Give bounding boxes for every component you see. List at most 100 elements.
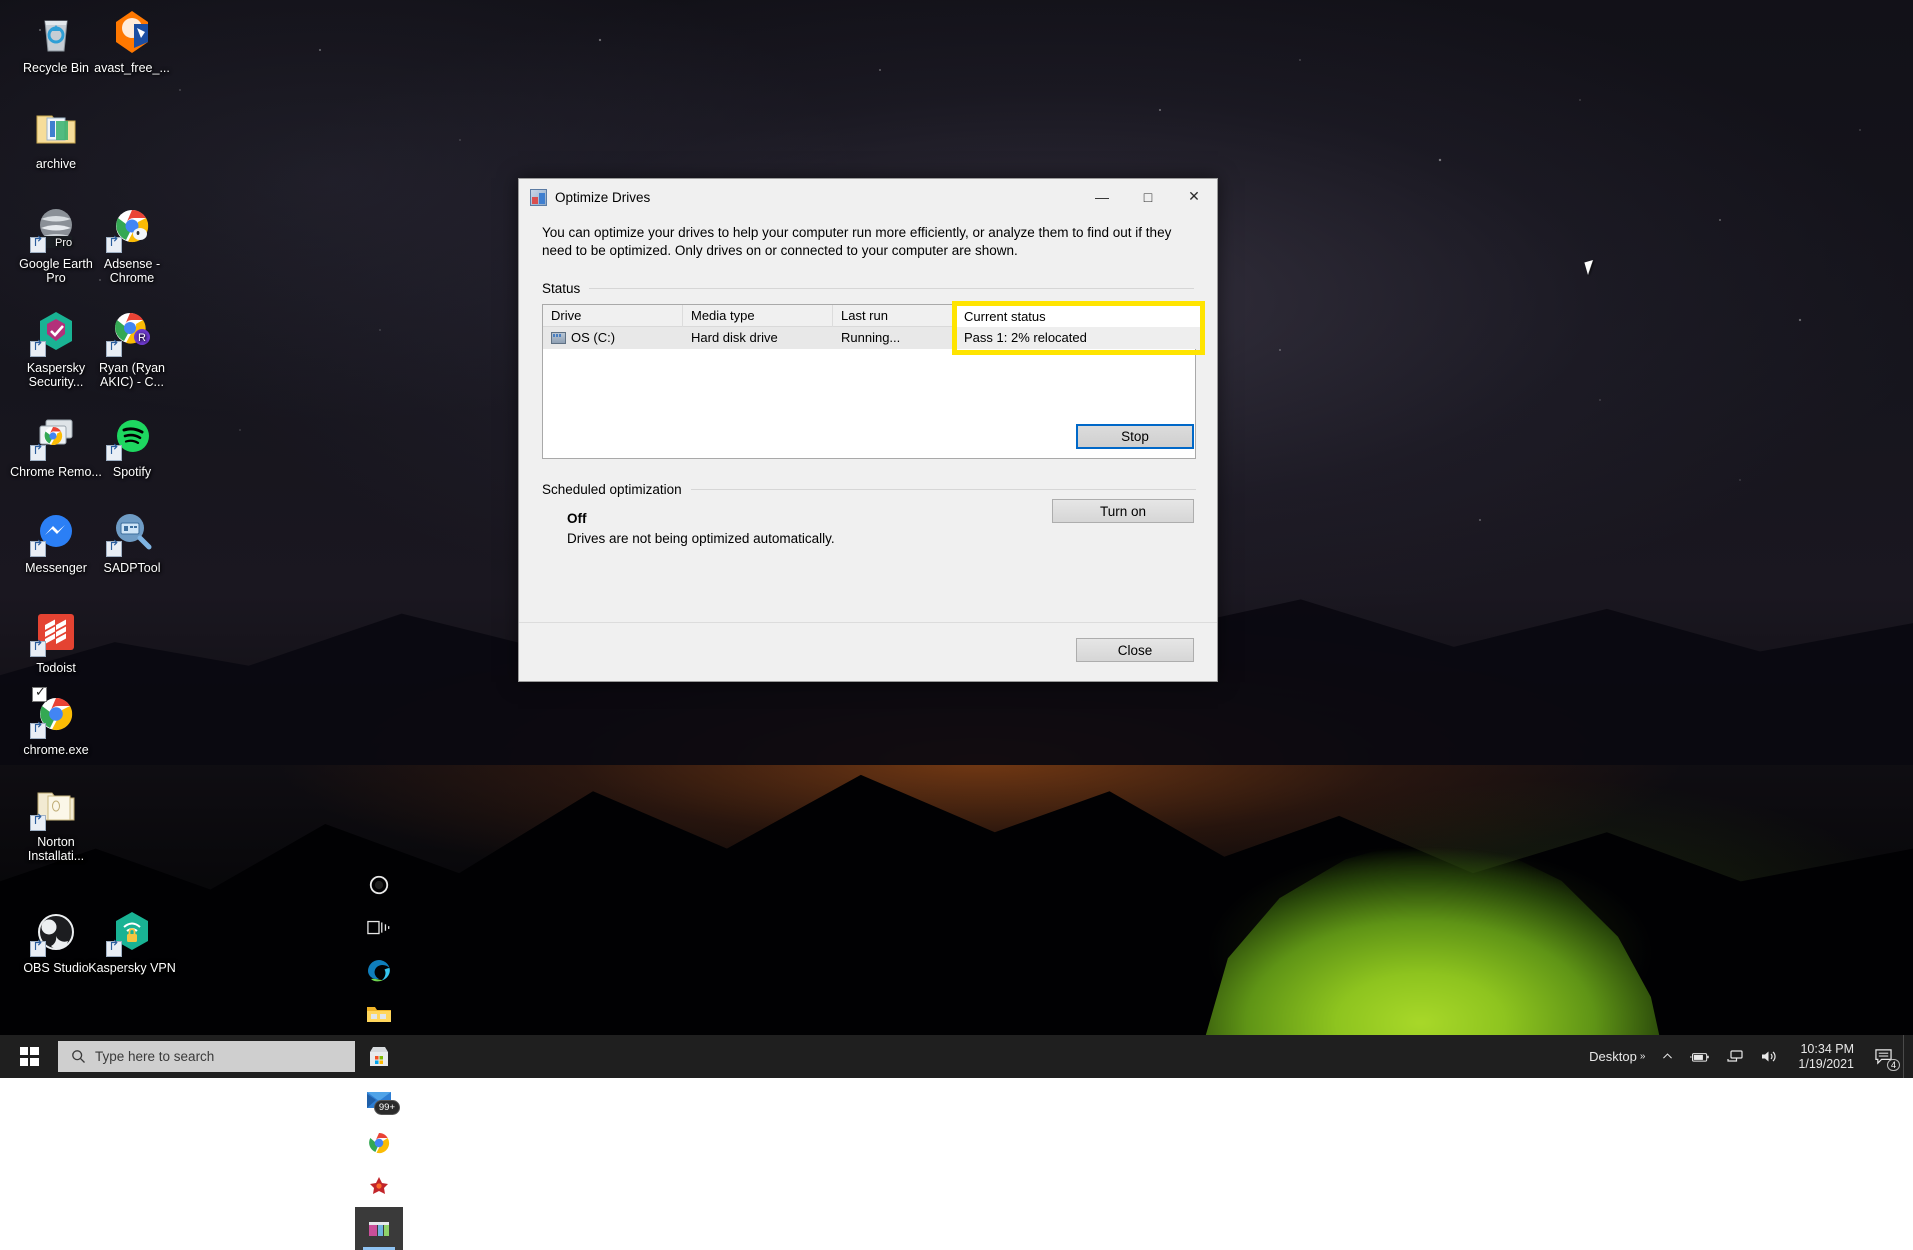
column-header-current-status[interactable]: Current status <box>953 305 1193 327</box>
kaspersky-security-icon <box>32 308 80 356</box>
window-titlebar[interactable]: Optimize Drives — □ ✕ <box>519 179 1217 215</box>
windows-logo-icon <box>20 1047 39 1066</box>
shortcut-arrow-icon <box>30 641 46 657</box>
close-button[interactable]: Close <box>1076 638 1194 662</box>
desktop-icon-sadptool[interactable]: SADPTool <box>84 508 180 575</box>
clock-date: 1/19/2021 <box>1798 1057 1854 1072</box>
start-button[interactable] <box>0 1035 58 1078</box>
desktop-icon-avast-free[interactable]: avast_free_... <box>84 8 180 75</box>
optimize-drives-taskbar-icon[interactable] <box>355 1207 403 1250</box>
desktop-icon-adsense-chrome[interactable]: Adsense - Chrome <box>84 204 180 285</box>
status-group-label: Status <box>542 281 580 296</box>
desktop-icon-archive[interactable]: archive <box>8 104 104 171</box>
todoist-icon <box>32 608 80 656</box>
clock-time: 10:34 PM <box>1798 1042 1854 1057</box>
app-icon[interactable] <box>355 1164 403 1207</box>
tray-volume-button[interactable] <box>1752 1035 1786 1078</box>
mail-icon[interactable]: 99+ <box>355 1078 403 1121</box>
desktop-icon-todoist[interactable]: Todoist <box>8 608 104 675</box>
desktop-icon-spotify[interactable]: Spotify <box>84 412 180 479</box>
group-divider <box>691 489 1196 490</box>
desktop-icon-kaspersky-vpn[interactable]: Kaspersky VPN <box>84 908 180 975</box>
kaspersky-vpn-icon <box>108 908 156 956</box>
file-explorer-icon[interactable] <box>355 992 403 1035</box>
table-row[interactable]: OS (C:) Hard disk drive Running... Pass … <box>543 327 1195 349</box>
turn-on-button[interactable]: Turn on <box>1052 499 1194 523</box>
cell-last-run: Running... <box>833 327 953 349</box>
cortana-icon[interactable] <box>355 863 403 906</box>
scheduled-group-label: Scheduled optimization <box>542 482 682 497</box>
search-placeholder: Type here to search <box>95 1049 214 1064</box>
desktop-icon-label: Spotify <box>84 465 180 479</box>
cell-drive-label: OS (C:) <box>571 330 615 345</box>
shortcut-arrow-icon <box>30 341 46 357</box>
table-header-row: Drive Media type Last run Current status <box>543 305 1195 327</box>
selection-checkbox[interactable] <box>32 687 47 702</box>
desktop-icon-label: archive <box>8 157 104 171</box>
show-desktop-button[interactable] <box>1903 1035 1913 1078</box>
taskbar[interactable]: Type here to search 99+ Desktop » <box>0 1035 1913 1078</box>
microsoft-store-icon[interactable] <box>355 1035 403 1078</box>
desktop-icon-label: Kaspersky VPN <box>84 961 180 975</box>
cell-media-type: Hard disk drive <box>683 327 833 349</box>
scheduled-description: Drives are not being optimized automatic… <box>567 531 1196 546</box>
dialog-body: You can optimize your drives to help you… <box>519 224 1217 459</box>
avast-installer-icon <box>108 8 156 56</box>
microsoft-edge-icon[interactable] <box>355 949 403 992</box>
window-controls: — □ ✕ <box>1079 179 1217 214</box>
google-chrome-icon[interactable] <box>355 1121 403 1164</box>
shortcut-arrow-icon <box>30 445 46 461</box>
stop-button[interactable]: Stop <box>1076 424 1194 449</box>
cell-drive: OS (C:) <box>543 327 683 349</box>
maximize-button[interactable]: □ <box>1125 179 1171 214</box>
column-header-media-type[interactable]: Media type <box>683 305 833 327</box>
chevron-up-icon <box>1661 1050 1674 1063</box>
desktop-icon-label: Todoist <box>8 661 104 675</box>
messenger-icon <box>32 508 80 556</box>
taskbar-badge: 99+ <box>374 1100 400 1115</box>
task-view-icon[interactable] <box>355 906 403 949</box>
tray-network-button[interactable] <box>1718 1035 1752 1078</box>
desktop-icon-label: Ryan (Ryan AKIC) - C... <box>84 361 180 389</box>
volume-icon <box>1760 1049 1778 1064</box>
spotify-icon <box>108 412 156 460</box>
status-group-header: Status <box>542 281 1194 296</box>
desktop-icon-norton-installati[interactable]: Norton Installati... <box>8 782 104 863</box>
minimize-button[interactable]: — <box>1079 179 1125 214</box>
tray-overflow-button[interactable] <box>1653 1035 1682 1078</box>
desktop-icon-label: avast_free_... <box>84 61 180 75</box>
close-icon[interactable]: ✕ <box>1171 179 1217 214</box>
column-header-last-run[interactable]: Last run <box>833 305 953 327</box>
group-divider <box>589 288 1194 289</box>
desktop-icon-label: Norton Installati... <box>8 835 104 863</box>
sadptool-icon <box>108 508 156 556</box>
tray-battery-button[interactable] <box>1682 1035 1718 1078</box>
optimize-drives-window[interactable]: Optimize Drives — □ ✕ You can optimize y… <box>518 178 1218 682</box>
shortcut-arrow-icon <box>106 541 122 557</box>
desktop-icon-chrome-exe[interactable]: chrome.exe <box>8 690 104 757</box>
tray-desktop-label[interactable]: Desktop » <box>1581 1035 1653 1078</box>
notifications-button[interactable]: 4 <box>1866 1035 1901 1078</box>
scheduled-group-header: Scheduled optimization <box>542 482 1196 497</box>
chrome-profile-icon: R <box>108 308 156 356</box>
column-header-drive[interactable]: Drive <box>543 305 683 327</box>
desktop-icon-label: chrome.exe <box>8 743 104 757</box>
clock-button[interactable]: 10:34 PM 1/19/2021 <box>1786 1035 1866 1078</box>
chrome-remote-desktop-icon <box>32 412 80 460</box>
notifications-count-badge: 4 <box>1887 1059 1900 1071</box>
folder-icon <box>32 782 80 830</box>
search-input[interactable]: Type here to search <box>58 1041 355 1072</box>
shortcut-arrow-icon <box>106 341 122 357</box>
chrome-icon <box>32 690 80 738</box>
desktop-icon-ryan-ryan-akic-c[interactable]: R Ryan (Ryan AKIC) - C... <box>84 308 180 389</box>
optimize-drives-icon <box>530 189 547 206</box>
window-title: Optimize Drives <box>555 190 650 205</box>
system-tray[interactable]: Desktop » <box>1581 1035 1913 1078</box>
chevron-double-right-icon: » <box>1640 1051 1646 1062</box>
svg-text:Pro: Pro <box>55 237 72 249</box>
obs-studio-icon <box>32 908 80 956</box>
google-earth-pro-icon: Pro <box>32 204 80 252</box>
shortcut-arrow-icon <box>106 237 122 253</box>
battery-icon <box>1690 1050 1710 1064</box>
shortcut-arrow-icon <box>30 237 46 253</box>
